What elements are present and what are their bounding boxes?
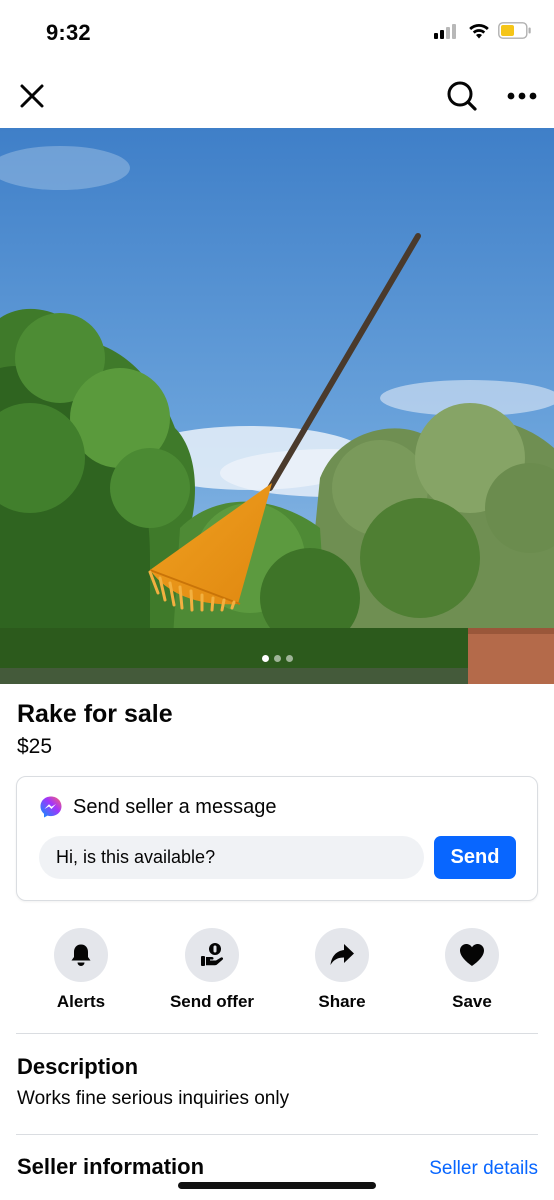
offer-icon xyxy=(201,943,224,966)
alerts-button[interactable]: Alerts xyxy=(16,928,146,1012)
more-options-button[interactable] xyxy=(502,76,542,116)
divider xyxy=(16,1033,538,1034)
share-icon-circle xyxy=(315,928,369,982)
save-button[interactable]: Save xyxy=(407,928,537,1012)
close-button[interactable] xyxy=(12,76,52,116)
send-offer-button[interactable]: Send offer xyxy=(147,928,277,1012)
listing-photo[interactable] xyxy=(0,128,554,684)
send-offer-label: Send offer xyxy=(169,992,255,1011)
message-card-title: Send seller a message xyxy=(73,795,277,818)
carousel-dots xyxy=(0,655,554,662)
carousel-dot-2[interactable] xyxy=(273,655,281,662)
listing-title: Rake for sale xyxy=(17,700,173,728)
share-label: Share xyxy=(318,992,366,1011)
bell-icon xyxy=(71,944,91,966)
battery-icon xyxy=(498,22,531,39)
description-text: Works fine serious inquiries only xyxy=(17,1088,290,1109)
alerts-label: Alerts xyxy=(56,992,106,1011)
seller-information-title: Seller information xyxy=(17,1154,205,1179)
message-seller-card: Send seller a message Send xyxy=(16,776,538,901)
listing-price: $25 xyxy=(17,735,53,758)
close-icon xyxy=(20,84,44,108)
status-icons xyxy=(434,22,532,39)
signal-icon xyxy=(434,23,456,39)
save-label: Save xyxy=(452,992,492,1011)
send-offer-icon-circle xyxy=(185,928,239,982)
status-bar: 9:32 xyxy=(0,0,554,64)
divider xyxy=(16,1134,538,1135)
save-icon-circle xyxy=(445,928,499,982)
action-row: Alerts Send offer Share Save xyxy=(16,928,538,1018)
share-icon xyxy=(330,944,354,965)
carousel-dot-1[interactable] xyxy=(261,655,269,662)
alerts-icon-circle xyxy=(54,928,108,982)
wifi-icon xyxy=(469,23,489,38)
seller-details-link[interactable]: Seller details xyxy=(429,1158,538,1180)
messenger-icon xyxy=(40,796,62,818)
home-indicator[interactable] xyxy=(178,1182,376,1189)
heart-icon xyxy=(460,944,484,966)
description-title: Description xyxy=(17,1054,139,1079)
send-button[interactable]: Send xyxy=(434,836,516,879)
search-button[interactable] xyxy=(442,76,482,116)
carousel-dot-3[interactable] xyxy=(285,655,293,662)
search-icon xyxy=(447,81,477,111)
message-card-header: Send seller a message xyxy=(39,795,276,819)
message-input[interactable] xyxy=(39,836,424,879)
status-time: 9:32 xyxy=(46,20,91,45)
top-nav-bar xyxy=(0,64,554,128)
share-button[interactable]: Share xyxy=(277,928,407,1012)
rake-photo-image xyxy=(0,128,554,684)
more-icon xyxy=(507,92,537,100)
